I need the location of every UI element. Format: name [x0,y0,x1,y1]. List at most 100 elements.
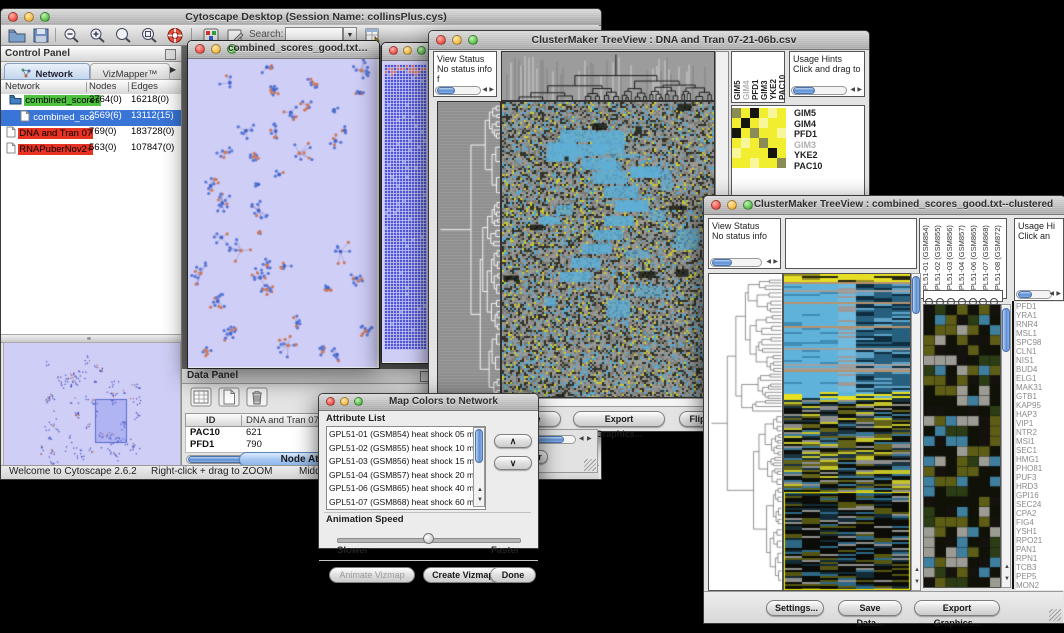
column-label[interactable]: GIM5 [733,54,742,100]
attribute-item[interactable]: GPL51-04 (GSM857) heat shock 20 min [329,469,469,483]
gene-label[interactable]: YSH1 [1016,527,1064,536]
gene-label[interactable]: NIS1 [1016,356,1064,365]
network-row[interactable]: combined_sco 2569(6) 13112(15) [1,110,181,126]
col-network[interactable]: Network [5,81,40,92]
gene-label[interactable]: RNR4 [1016,320,1064,329]
scroll-left-arrow[interactable]: ◀ [579,436,584,443]
column-label[interactable]: GPL51-02 (GSM855) [933,221,942,296]
column-label[interactable]: GIM4 [742,54,751,100]
save-data-button[interactable]: Save Data... [838,600,902,616]
gene-label[interactable]: CLN1 [1016,347,1064,356]
settings-button[interactable]: Settings... [766,600,824,616]
column-label[interactable]: GPL51-06 (GSM865) [969,221,978,296]
network-row[interactable]: combined_scores 2764(0) 16218(0) [1,94,181,110]
zoom-selected-icon[interactable] [139,26,159,45]
gene-label[interactable]: TCB3 [1016,563,1064,572]
scroll-down-arrow[interactable]: ▼ [1004,576,1010,583]
scroll-left-arrow[interactable]: ◀ [850,87,855,94]
treeview2-heatmap[interactable] [783,273,911,591]
minimize-button[interactable] [452,35,462,45]
gene-label[interactable]: PUF3 [1016,473,1064,482]
attribute-item[interactable]: GPL51-03 (GSM856) heat shock 15 min [329,455,469,469]
export-graphics-button[interactable]: Export Graphics... [914,600,1000,616]
usage-hints-hscrollbar[interactable] [791,86,847,95]
scroll-left-arrow[interactable]: ◀ [766,259,771,266]
export-graphics-button[interactable]: Export Graphics... [573,411,665,427]
treeview2-titlebar[interactable]: ClusterMaker TreeView : combined_scores_… [704,196,1064,215]
close-button[interactable] [195,44,205,54]
zoom-in-icon[interactable] [87,26,107,45]
gene-label[interactable]: PFD1 [1016,302,1064,311]
animate-vizmap-button[interactable]: Animate Vizmap [329,567,415,583]
col-edges[interactable]: Edges [131,81,158,92]
attribute-item[interactable]: GPL51-06 (GSM865) heat shock 40 min [329,482,469,496]
trash-icon[interactable] [245,386,269,408]
data-col-id[interactable]: ID [206,415,216,426]
column-label[interactable]: GPL51-04 (GSM857) [957,221,966,296]
scroll-right-arrow[interactable]: ▶ [587,436,592,443]
network-row[interactable]: RNAPuberNov2+ 563(0) 107847(0) [1,142,181,158]
scroll-right-arrow[interactable]: ▶ [489,87,494,94]
scroll-up-arrow[interactable]: ▲ [1004,564,1010,571]
row-label[interactable]: YKE2 [794,150,822,161]
network-view-canvas[interactable] [188,59,377,367]
gene-label[interactable]: MSL1 [1016,329,1064,338]
done-button[interactable]: Done [490,567,536,583]
treeview1-titlebar[interactable]: ClusterMaker TreeView : DNA and Tran 07-… [429,31,869,50]
treeview1-row-dendrogram[interactable] [437,101,501,398]
minimize-button[interactable] [211,44,221,54]
scroll-down-arrow[interactable]: ▼ [477,497,483,504]
minimize-button[interactable] [24,12,34,22]
treeview1-zoom-matrix[interactable] [732,108,786,168]
network-view-titlebar[interactable]: combined_scores_good.txt--cluste... [188,41,379,59]
tab-overflow-arrow[interactable]: ▶ [170,65,176,74]
move-up-button[interactable]: ∧ [494,434,532,448]
gene-label[interactable]: CPA2 [1016,509,1064,518]
close-button[interactable] [436,35,446,45]
gene-label[interactable]: MON2 [1016,581,1064,590]
row-label[interactable]: GIM5 [794,108,822,119]
minimize-button[interactable] [727,200,737,210]
attribute-list-vscrollbar[interactable]: ▲ ▼ [473,427,485,507]
gene-label[interactable]: BUD4 [1016,365,1064,374]
attribute-item[interactable]: GPL51-02 (GSM855) heat shock 10 min [329,442,469,456]
table-icon[interactable] [189,386,213,408]
treeview2-vscrollbar[interactable]: ▲ ▼ [911,273,921,591]
close-button[interactable] [389,46,398,55]
gene-label[interactable]: HRD3 [1016,482,1064,491]
gene-label[interactable]: NTR2 [1016,428,1064,437]
network-row[interactable]: DNA and Tran 07 769(0) 183728(0) [1,126,181,142]
gene-label[interactable]: YRA1 [1016,311,1064,320]
minimize-button[interactable] [403,46,412,55]
tab-vizmapper[interactable]: VizMapper™ [90,63,170,80]
gene-label[interactable]: PAN1 [1016,545,1064,554]
scroll-right-arrow[interactable]: ▶ [1056,291,1061,298]
attribute-item[interactable]: GPL51-01 (GSM854) heat shock 05 min [329,428,469,442]
animation-speed-slider[interactable] [337,533,519,545]
tab-network[interactable]: Network [4,63,90,80]
gene-label[interactable]: MSI1 [1016,437,1064,446]
gene-label[interactable]: GPI16 [1016,491,1064,500]
gene-label[interactable]: PEP5 [1016,572,1064,581]
row-label[interactable]: GIM3 [794,140,822,151]
scroll-right-arrow[interactable]: ▶ [857,87,862,94]
gene-label[interactable]: FIG4 [1016,518,1064,527]
main-titlebar[interactable]: Cytoscape Desktop (Session Name: collins… [1,9,601,26]
gene-label[interactable]: HMG1 [1016,455,1064,464]
close-button[interactable] [711,200,721,210]
column-label[interactable]: GPL51-07 (GSM868) [981,221,990,296]
gene-label[interactable]: VIP1 [1016,419,1064,428]
row-label[interactable]: PFD1 [794,129,822,140]
background-window-titlebar[interactable] [382,43,431,61]
open-file-icon[interactable] [7,26,27,45]
gene-label[interactable]: HAP3 [1016,410,1064,419]
birdseye-view-canvas[interactable] [3,342,181,470]
resize-grip[interactable] [584,459,596,471]
gene-label[interactable]: RPO21 [1016,536,1064,545]
minimize-button[interactable] [340,397,349,406]
treeview2-zoom-heatmap[interactable] [923,304,1001,588]
help-lifebuoy-icon[interactable] [165,26,185,45]
row-label[interactable]: PAC10 [794,161,822,172]
row-label[interactable]: GIM4 [794,119,822,130]
column-label[interactable]: PAC10 [778,54,787,100]
